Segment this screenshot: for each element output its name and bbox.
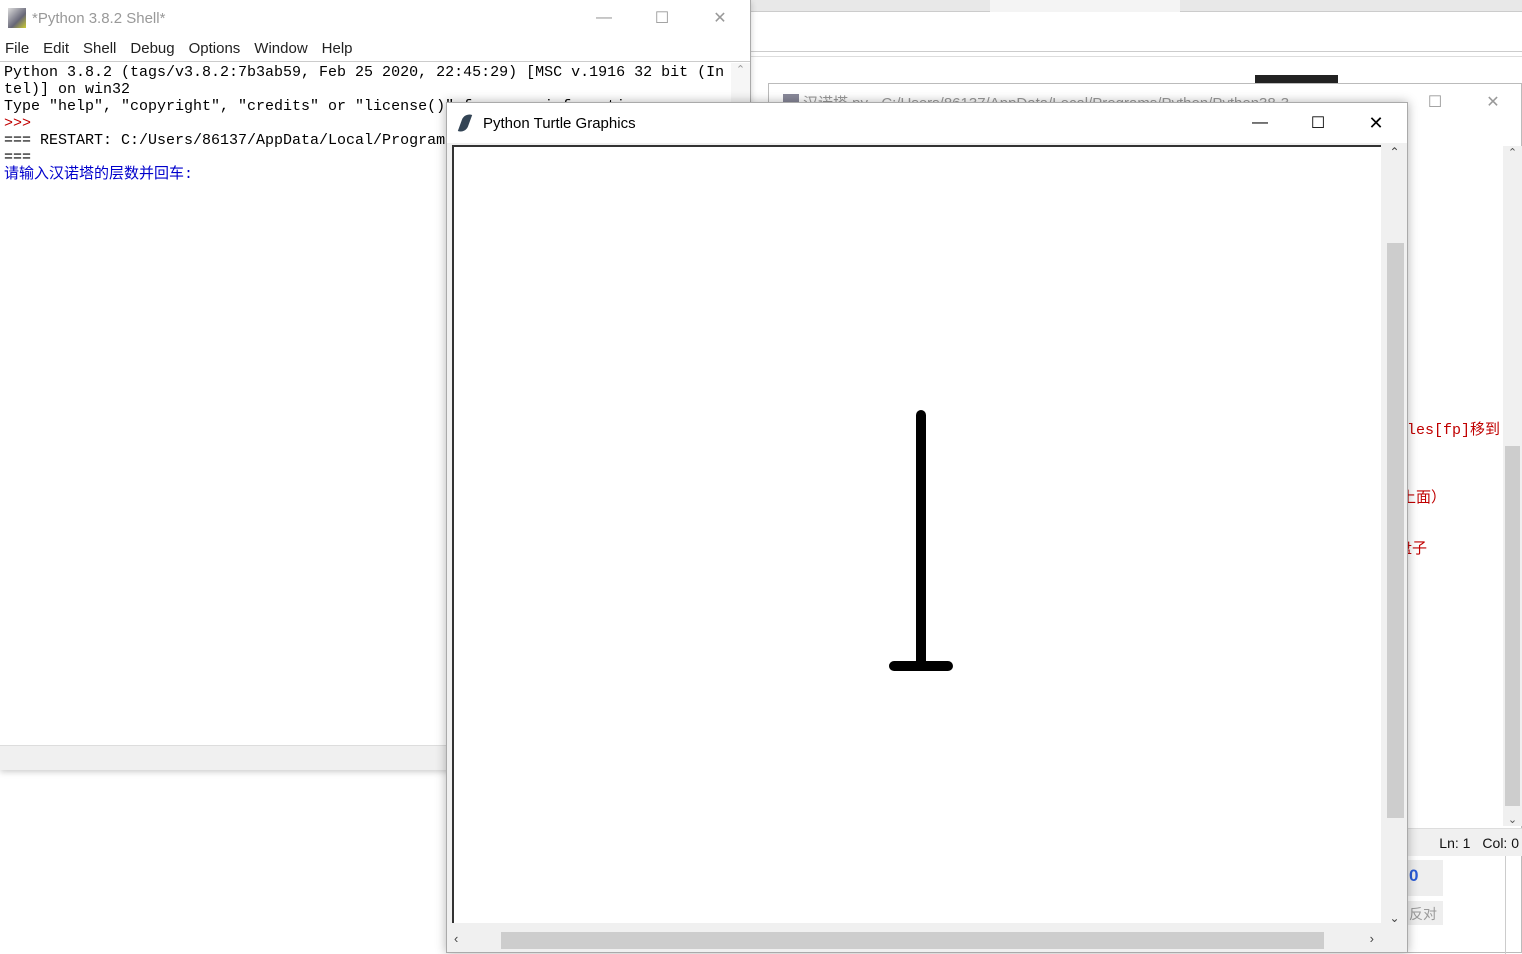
shell-minimize-button[interactable]: —	[575, 0, 633, 36]
turtle-maximize-button[interactable]: ☐	[1289, 105, 1347, 141]
editor-maximize-button[interactable]: ☐	[1406, 84, 1464, 120]
turtle-vscroll-thumb[interactable]	[1387, 243, 1404, 818]
menu-help[interactable]: Help	[322, 40, 353, 57]
menu-debug[interactable]: Debug	[130, 40, 174, 57]
turtle-canvas[interactable]	[452, 145, 1381, 923]
shell-menubar: File Edit Shell Debug Options Window Hel…	[0, 36, 750, 62]
shell-close-button[interactable]: ✕	[691, 0, 749, 36]
feather-icon	[457, 112, 473, 134]
editor-close-button[interactable]: ✕	[1464, 84, 1522, 120]
code-fragment: les[fp]移到	[1407, 422, 1501, 439]
turtle-window: Python Turtle Graphics — ☐ ✕ ⌃ ⌄ ‹ ›	[446, 102, 1408, 953]
shell-title: *Python 3.8.2 Shell*	[32, 9, 166, 27]
menu-file[interactable]: File	[5, 40, 29, 57]
menu-shell[interactable]: Shell	[83, 40, 116, 57]
menu-window[interactable]: Window	[254, 40, 307, 57]
turtle-vertical-scrollbar[interactable]: ⌃ ⌄	[1382, 145, 1407, 925]
turtle-close-button[interactable]: ✕	[1347, 105, 1405, 141]
shell-line: tel)] on win32	[4, 81, 131, 98]
turtle-hscroll-thumb[interactable]	[501, 932, 1324, 949]
turtle-title: Python Turtle Graphics	[483, 114, 636, 132]
menu-options[interactable]: Options	[189, 40, 241, 57]
editor-scrollbar[interactable]: ⌃ ⌄	[1503, 146, 1522, 826]
bg-button-oppose[interactable]: 反对	[1405, 901, 1443, 925]
bg-button-zero[interactable]: 0	[1405, 860, 1443, 896]
shell-maximize-button[interactable]: ☐	[633, 0, 691, 36]
editor-scroll-thumb[interactable]	[1505, 446, 1520, 806]
turtle-minimize-button[interactable]: —	[1231, 105, 1289, 141]
shell-line: Python 3.8.2 (tags/v3.8.2:7b3ab59, Feb 2…	[4, 64, 725, 81]
column-number: Col: 0	[1482, 834, 1519, 851]
tower-drawing	[889, 410, 953, 671]
turtle-horizontal-scrollbar[interactable]: ‹ ›	[452, 929, 1382, 951]
line-number: Ln: 1	[1439, 834, 1471, 851]
idle-icon	[8, 8, 26, 28]
menu-edit[interactable]: Edit	[43, 40, 69, 57]
